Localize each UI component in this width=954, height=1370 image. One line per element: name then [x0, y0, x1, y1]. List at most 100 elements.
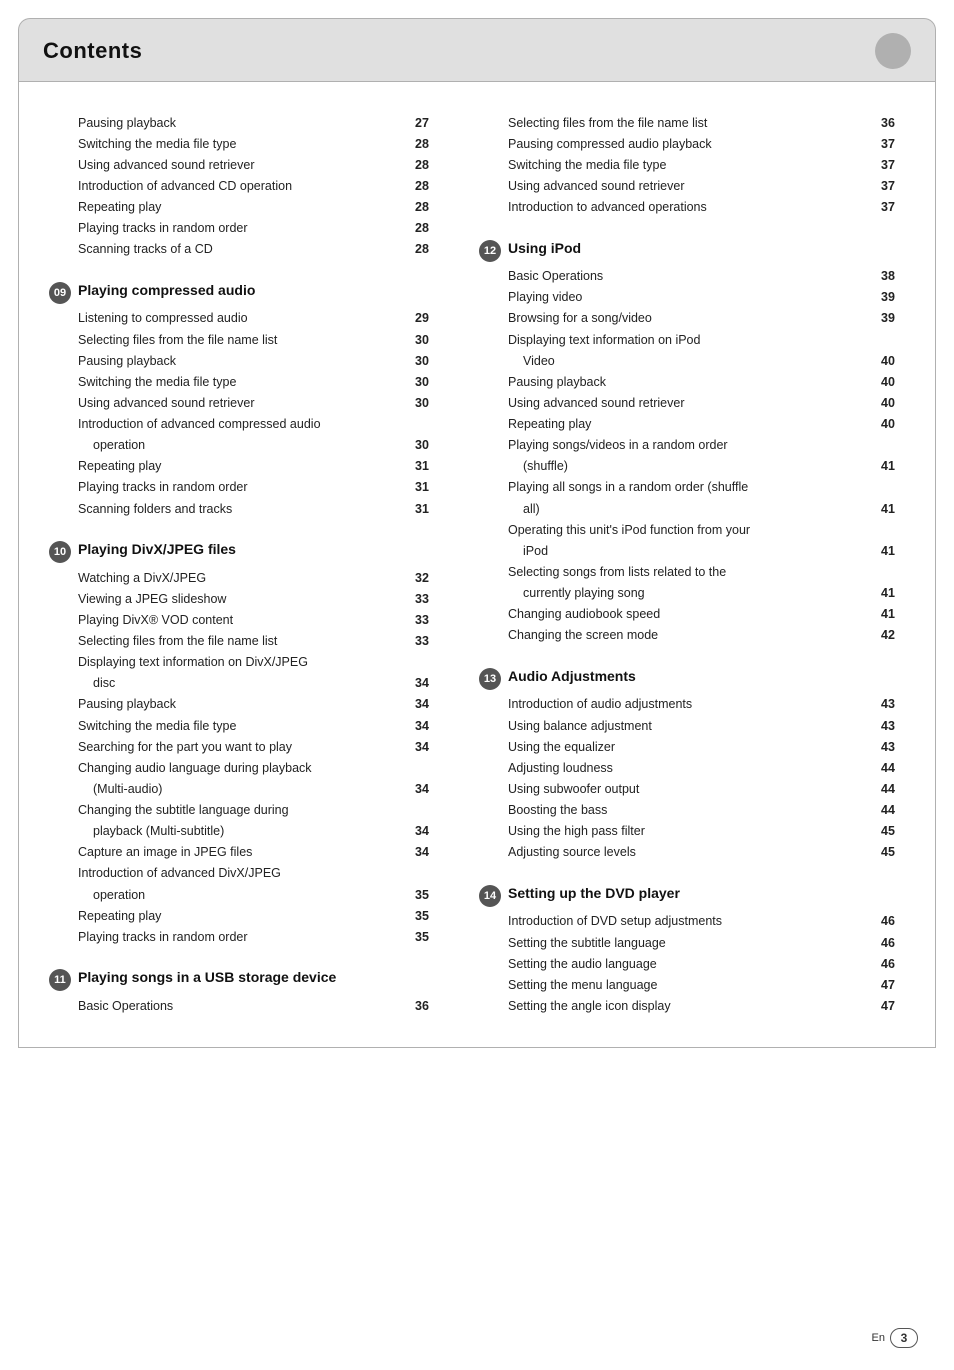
toc-entry: Playing all songs in a random order (shu… — [479, 477, 905, 498]
toc-entry: Using advanced sound retriever37 — [479, 175, 905, 196]
entry-text: Selecting files from the file name list — [78, 632, 409, 650]
entry-num: 43 — [881, 695, 905, 713]
section-header: 12Using iPod — [479, 240, 905, 262]
entry-num: 37 — [881, 135, 905, 153]
toc-entry: Setting the menu language 47 — [479, 974, 905, 995]
entry-text: Using the high pass filter — [508, 822, 875, 840]
entry-text: Setting the menu language — [508, 976, 875, 994]
entry-num: 33 — [415, 590, 439, 608]
toc-entry: Playing songs/videos in a random order — [479, 435, 905, 456]
toc-entry: Switching the media file type37 — [479, 154, 905, 175]
entry-text: Using subwoofer output — [508, 780, 875, 798]
entry-text: Pausing compressed audio playback — [508, 135, 875, 153]
toc-entry: Changing the subtitle language during — [49, 800, 439, 821]
entry-text: Selecting files from the file name list — [508, 114, 875, 132]
entry-text: Playing songs/videos in a random order — [508, 436, 905, 454]
entry-text: Introduction of audio adjustments — [508, 695, 875, 713]
page-header: Contents — [18, 18, 936, 81]
section-header: 10Playing DivX/JPEG files — [49, 541, 439, 563]
entry-num: 33 — [415, 632, 439, 650]
entry-text: iPod — [523, 542, 875, 560]
toc-entry: Playing tracks in random order35 — [49, 926, 439, 947]
toc-entry: operation30 — [49, 435, 439, 456]
entry-text: Selecting songs from lists related to th… — [508, 563, 905, 581]
section-number: 12 — [479, 240, 501, 262]
entry-text: Changing the screen mode — [508, 626, 875, 644]
entry-text: Changing the subtitle language during — [78, 801, 439, 819]
toc-entry: iPod41 — [479, 540, 905, 561]
entry-num: 45 — [881, 822, 905, 840]
entry-text: Using advanced sound retriever — [78, 394, 409, 412]
toc-entry: Scanning folders and tracks31 — [49, 498, 439, 519]
toc-entry: Repeating play31 — [49, 456, 439, 477]
page-footer: En 3 — [872, 1328, 918, 1348]
toc-entry: Video40 — [479, 350, 905, 371]
toc-entry: Capture an image in JPEG files34 — [49, 842, 439, 863]
entry-num: 41 — [881, 605, 905, 623]
entry-num: 35 — [415, 907, 439, 925]
entry-text: Changing audiobook speed — [508, 605, 875, 623]
entry-num: 30 — [415, 394, 439, 412]
entry-text: Operating this unit's iPod function from… — [508, 521, 905, 539]
entry-num: 28 — [415, 177, 439, 195]
toc-entry: Pausing playback40 — [479, 371, 905, 392]
entry-num: 28 — [415, 198, 439, 216]
entry-text: Introduction to advanced operations — [508, 198, 875, 216]
toc-entry: Introduction of advanced DivX/JPEG — [49, 863, 439, 884]
toc-section: 12Using iPodBasic Operations38Playing vi… — [479, 240, 905, 646]
toc-entry: Watching a DivX/JPEG32 — [49, 567, 439, 588]
page-title: Contents — [43, 38, 142, 64]
entry-text: Displaying text information on iPod — [508, 331, 905, 349]
toc-entry: (Multi-audio)34 — [49, 778, 439, 799]
toc-entry: Introduction of DVD setup adjustments46 — [479, 911, 905, 932]
section-title: Setting up the DVD player — [508, 885, 680, 901]
entry-text: Introduction of advanced DivX/JPEG — [78, 864, 439, 882]
toc-entry: Basic Operations36 — [49, 995, 439, 1016]
toc-entry: Switching the media file type30 — [49, 371, 439, 392]
entry-text: (shuffle) — [523, 457, 875, 475]
entry-text: all) — [523, 500, 875, 518]
entry-text: operation — [93, 886, 409, 904]
section-header: 13Audio Adjustments — [479, 668, 905, 690]
toc-entry: Selecting files from the file name list 3… — [49, 631, 439, 652]
toc-entry: Changing audio language during playback — [49, 757, 439, 778]
section-title: Playing DivX/JPEG files — [78, 541, 236, 557]
entry-num: 41 — [881, 584, 905, 602]
entry-num: 28 — [415, 156, 439, 174]
entry-num: 43 — [881, 717, 905, 735]
entry-num: 45 — [881, 843, 905, 861]
toc-entry: Playing tracks in random order31 — [49, 477, 439, 498]
toc-entry: Using balance adjustment43 — [479, 715, 905, 736]
entry-text: Scanning folders and tracks — [78, 500, 409, 518]
entry-num: 31 — [415, 478, 439, 496]
toc-entry: Changing audiobook speed 41 — [479, 604, 905, 625]
toc-entry: operation35 — [49, 884, 439, 905]
toc-entry: Pausing playback27 — [49, 112, 439, 133]
toc-entry: Adjusting source levels45 — [479, 842, 905, 863]
section-number: 11 — [49, 969, 71, 991]
entry-num: 34 — [415, 695, 439, 713]
toc-entry: (shuffle)41 — [479, 456, 905, 477]
entry-num: 46 — [881, 912, 905, 930]
header-decoration — [875, 33, 911, 69]
toc-entry: Displaying text information on iPod — [479, 329, 905, 350]
entry-num: 47 — [881, 976, 905, 994]
section-title: Playing songs in a USB storage device — [78, 969, 336, 985]
toc-entry: Using the high pass filter 45 — [479, 821, 905, 842]
toc-entry: Pausing playback34 — [49, 694, 439, 715]
toc-entry: Selecting files from the file name list3… — [49, 329, 439, 350]
entry-text: Selecting files from the file name list — [78, 331, 409, 349]
right-sections: 12Using iPodBasic Operations38Playing vi… — [479, 240, 905, 1017]
toc-entry: all)41 — [479, 498, 905, 519]
toc-entry: Switching the media file type34 — [49, 715, 439, 736]
entry-text: Viewing a JPEG slideshow — [78, 590, 409, 608]
left-column: Pausing playback27 Switching the media fi… — [49, 112, 469, 1017]
entry-text: Using advanced sound retriever — [508, 394, 875, 412]
entry-text: Setting the audio language — [508, 955, 875, 973]
toc-section: 11 Playing songs in a USB storage device B… — [49, 969, 439, 1016]
entry-num: 40 — [881, 415, 905, 433]
entry-text: Pausing playback — [78, 114, 409, 132]
section-title: Audio Adjustments — [508, 668, 636, 684]
entry-num: 38 — [881, 267, 905, 285]
entry-text: Video — [523, 352, 875, 370]
